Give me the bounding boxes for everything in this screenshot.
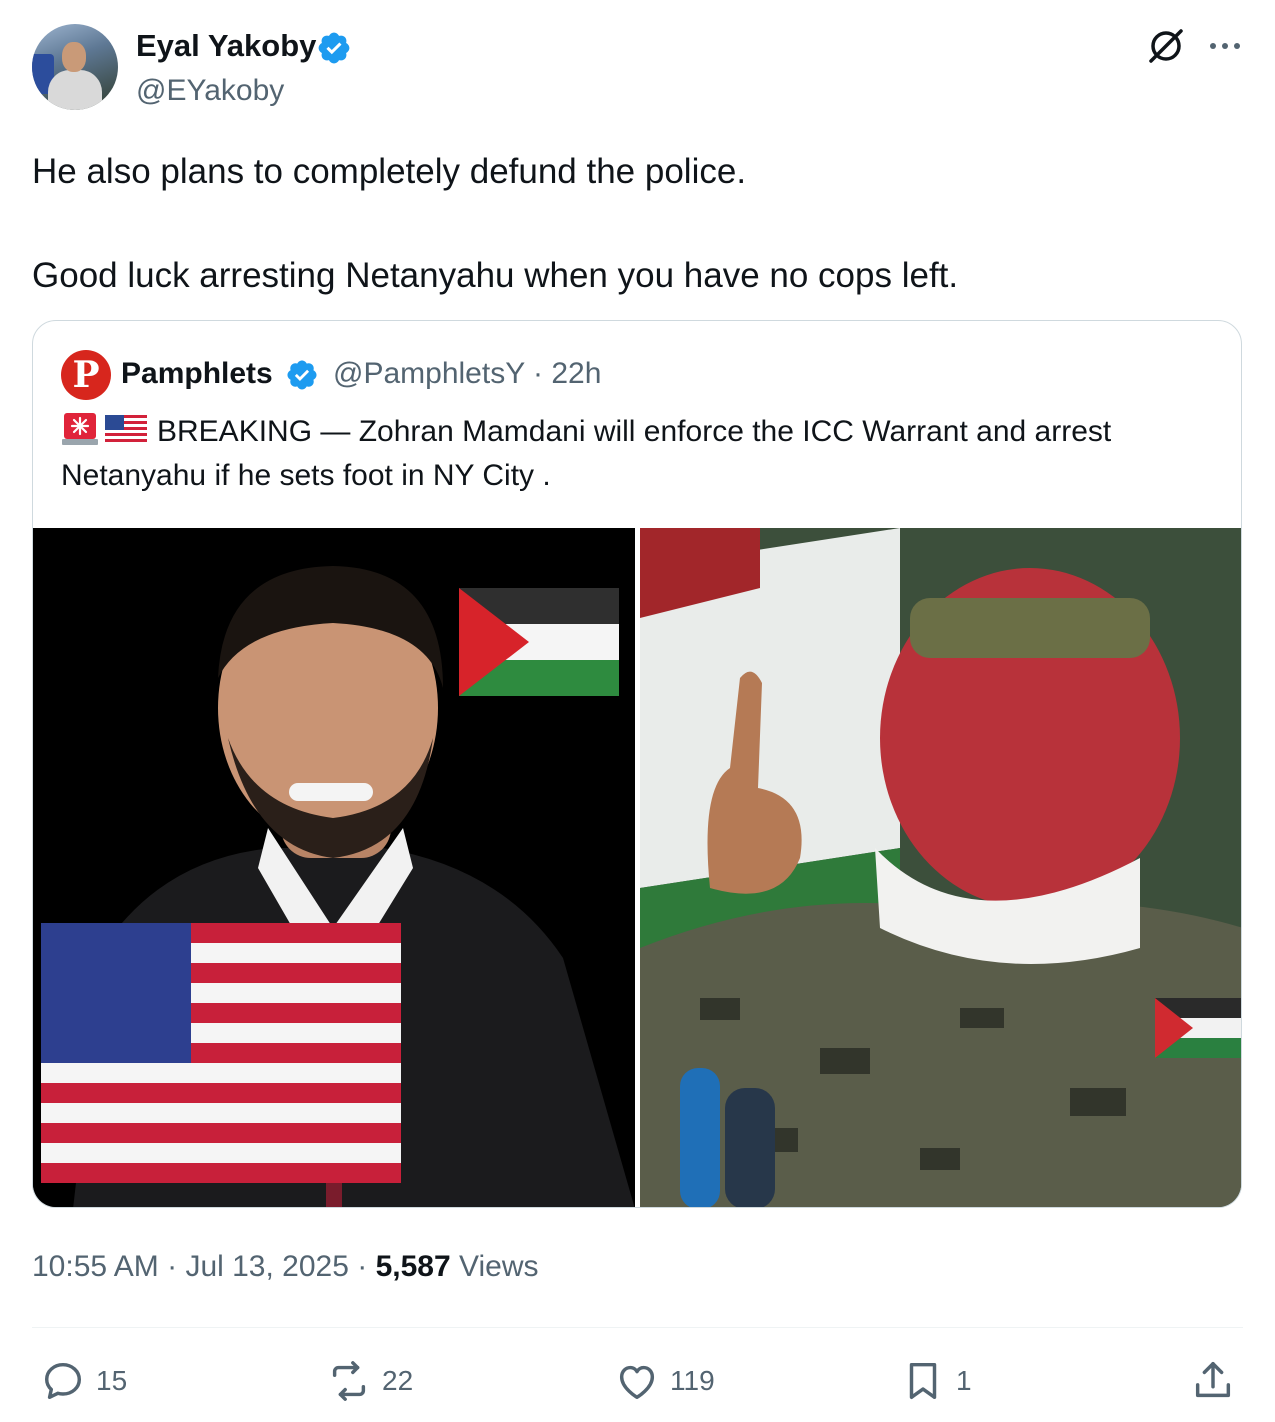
repost-icon [332,1361,366,1401]
verified-badge-icon [318,32,350,64]
like-icon [619,1365,655,1400]
quoted-text: BREAKING — Zohran Mamdani will enforce t… [61,409,1211,498]
bookmark-button[interactable]: 1 [900,1356,972,1406]
grok-icon[interactable] [1146,26,1186,66]
tweet-timestamp: 10:55 AM · Jul 13, 2025 · 5,587 Views [32,1250,539,1283]
us-flag-emoji-icon [105,415,147,445]
quoted-avatar[interactable]: P [61,350,111,400]
tweet-paragraph: Good luck arresting Netanyahu when you h… [32,256,959,295]
share-button[interactable] [1190,1356,1246,1406]
author-name[interactable]: Eyal Yakoby [136,28,316,64]
tweet-paragraph: He also plans to completely defund the p… [32,152,747,191]
quoted-author-name[interactable]: Pamphlets [121,357,273,391]
quoted-time[interactable]: 22h [551,357,601,390]
tweet-date[interactable]: Jul 13, 2025 [185,1250,348,1283]
quoted-tweet[interactable]: P Pamphlets @PamphletsY · 22h BREAKING —… [32,320,1242,1208]
author-handle[interactable]: @EYakoby [136,74,284,108]
quoted-text-body: BREAKING — Zohran Mamdani will enforce t… [61,415,1112,492]
bookmark-icon [909,1362,937,1400]
quoted-author-handle[interactable]: @PamphletsY [333,357,525,390]
views-count: 5,587 [375,1250,451,1283]
like-count: 119 [670,1365,715,1396]
more-icon[interactable] [1207,28,1243,64]
reply-button[interactable]: 15 [40,1356,127,1406]
views-label: Views [459,1250,539,1283]
verified-badge-icon [287,360,317,390]
share-icon [1195,1362,1231,1398]
reply-icon [44,1362,82,1400]
quoted-meta: @PamphletsY · 22h [333,357,602,390]
siren-emoji-icon [62,413,98,445]
divider [32,1327,1243,1328]
repost-button[interactable]: 22 [326,1356,413,1406]
quoted-image-left[interactable] [33,528,635,1207]
repost-count: 22 [382,1365,414,1396]
like-button[interactable]: 119 [614,1356,715,1406]
author-avatar[interactable] [32,24,118,110]
reply-count: 15 [96,1365,128,1396]
tweet-time[interactable]: 10:55 AM [32,1250,159,1283]
bookmark-count: 1 [956,1365,972,1396]
tweet-text: He also plans to completely defund the p… [32,146,1242,302]
quoted-image-right[interactable] [640,528,1241,1207]
